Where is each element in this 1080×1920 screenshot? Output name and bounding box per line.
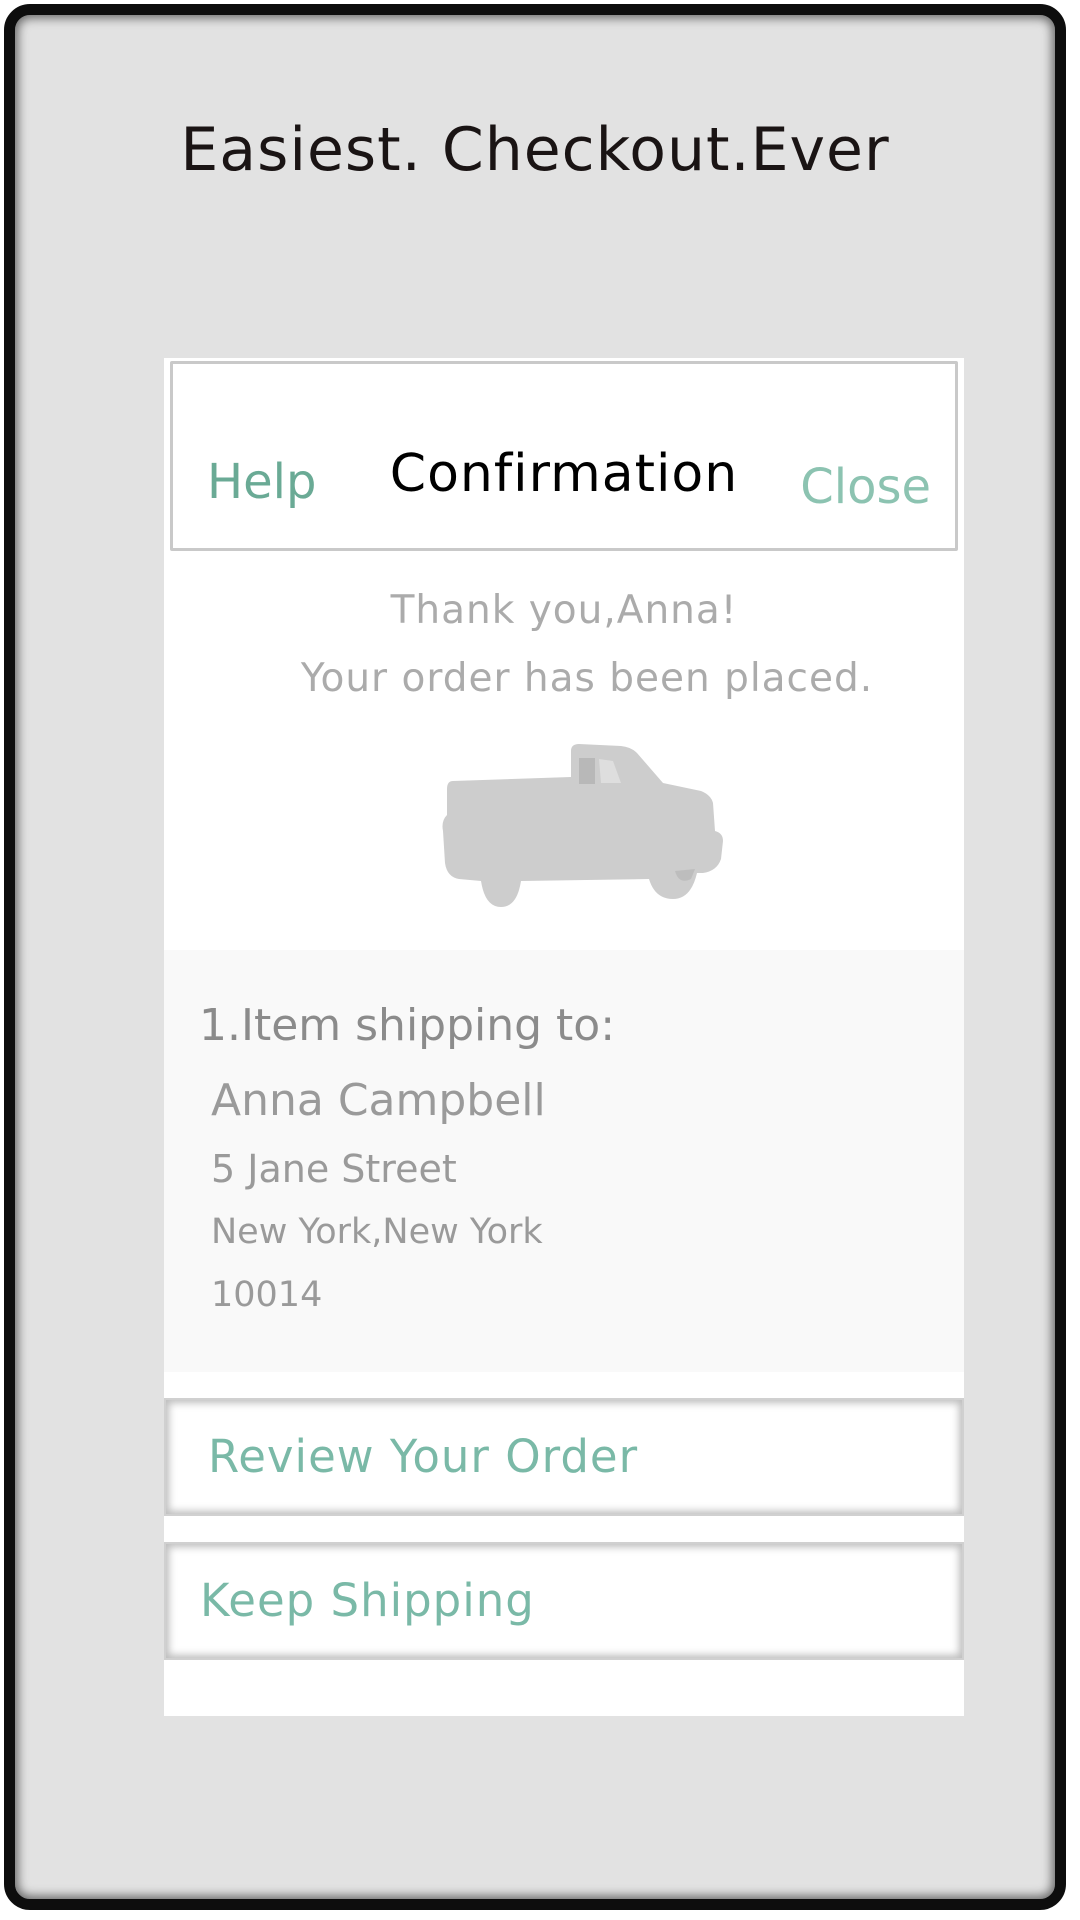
shipping-details: 1.Item shipping to: Anna Campbell 5 Jane… xyxy=(164,950,964,1372)
keep-shipping-button[interactable]: Keep Shipping xyxy=(164,1542,964,1660)
shipping-heading: 1.Item shipping to: xyxy=(199,1000,616,1051)
thanks-message: Thank you,Anna! xyxy=(390,588,738,633)
page-headline: Easiest. Checkout.Ever xyxy=(180,115,890,185)
confirmation-dialog: Help Confirmation Close Thank you,Anna! … xyxy=(164,358,964,1716)
device-frame: Easiest. Checkout.Ever Help Confirmation… xyxy=(4,4,1066,1910)
dialog-header: Help Confirmation Close xyxy=(170,361,958,551)
screen: Easiest. Checkout.Ever Help Confirmation… xyxy=(0,0,1080,1920)
order-placed-message: Your order has been placed. xyxy=(300,656,874,701)
zip-code: 10014 xyxy=(211,1275,323,1315)
keep-shipping-label: Keep Shipping xyxy=(200,1574,535,1627)
street-address: 5 Jane Street xyxy=(211,1147,457,1191)
pickup-truck-icon xyxy=(442,744,723,907)
city-state: New York,New York xyxy=(211,1212,543,1252)
close-link[interactable]: Close xyxy=(800,459,931,515)
recipient-name: Anna Campbell xyxy=(211,1075,546,1126)
review-order-label: Review Your Order xyxy=(208,1430,639,1483)
review-order-button[interactable]: Review Your Order xyxy=(164,1398,964,1516)
